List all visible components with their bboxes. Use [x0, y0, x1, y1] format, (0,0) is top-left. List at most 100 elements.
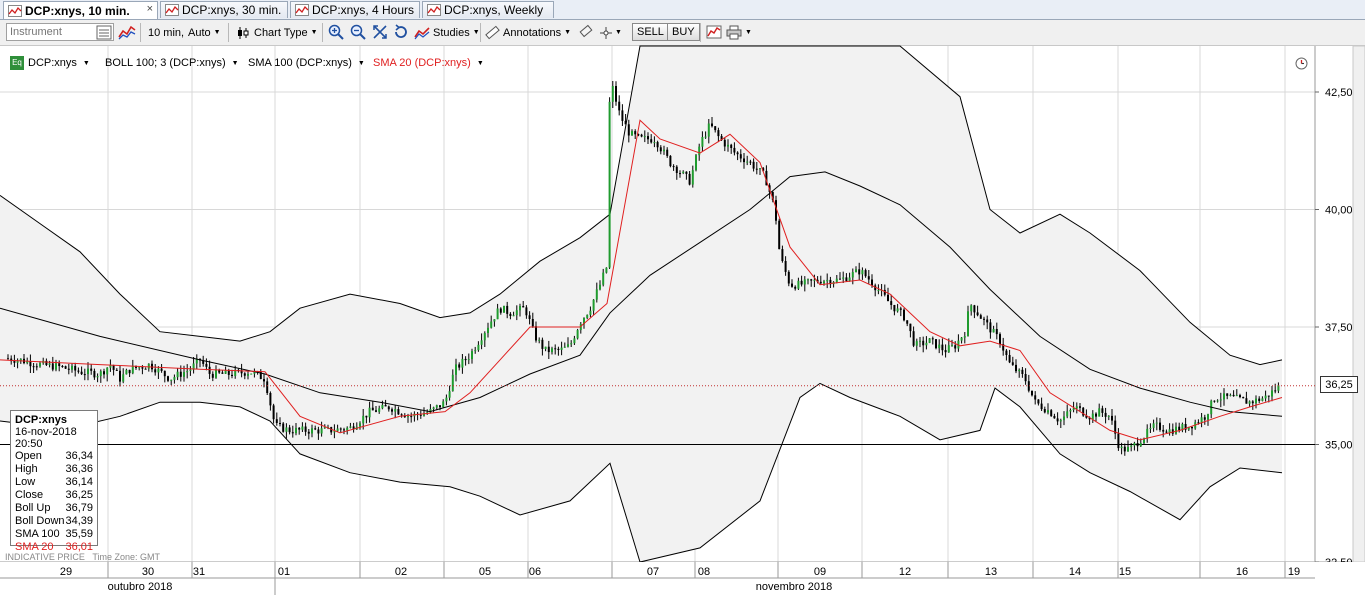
candle-body: [986, 319, 989, 323]
chevron-down-icon: ▼: [357, 59, 365, 67]
candle-body: [1107, 415, 1110, 417]
candle-body: [698, 146, 701, 156]
candle-body: [32, 366, 35, 368]
candle-body: [154, 369, 157, 373]
clock-icon[interactable]: [1295, 57, 1308, 70]
candle-body: [384, 404, 387, 407]
candle-body: [346, 427, 349, 431]
candle-body: [627, 124, 630, 136]
candle-body: [183, 372, 185, 377]
candle-body: [589, 310, 592, 315]
candle-body: [29, 361, 32, 367]
candle-body: [851, 272, 854, 278]
candle-body: [979, 315, 982, 319]
candle-body: [807, 279, 809, 281]
candle-body: [519, 306, 521, 311]
candle-body: [679, 173, 681, 175]
candle-body: [160, 368, 163, 371]
candle-body: [800, 280, 803, 285]
y-tick-label: 42,50: [1325, 87, 1353, 99]
candle-body: [80, 371, 83, 375]
candle-body: [941, 344, 944, 351]
candle-body: [138, 367, 141, 369]
candle-body: [647, 136, 649, 140]
candle-body: [455, 364, 457, 375]
candle-body: [311, 428, 313, 434]
candle-body: [861, 270, 864, 275]
candle-body: [912, 331, 915, 346]
candle-body: [554, 348, 557, 350]
candle-body: [919, 340, 921, 342]
candle-body: [1152, 423, 1155, 428]
candle-body: [205, 363, 208, 367]
candle-body: [35, 366, 38, 368]
candle-body: [615, 86, 617, 102]
candle-body: [877, 290, 880, 292]
candle-body: [1037, 399, 1040, 404]
candle-body: [906, 320, 909, 324]
day-label: 06: [529, 566, 541, 578]
legend-symbol[interactable]: Eq DCP:xnys ▼: [10, 55, 90, 71]
candle-body: [1091, 413, 1094, 420]
candle-body: [67, 368, 70, 370]
candle-body: [1155, 422, 1158, 424]
candle-body: [1245, 398, 1248, 404]
legend-sma100[interactable]: SMA 100 (DCP:xnys) ▼: [248, 55, 365, 71]
day-label: 16: [1236, 566, 1248, 578]
candle-body: [509, 313, 512, 316]
candle-body: [371, 407, 374, 411]
candle-body: [570, 343, 573, 345]
candle-body: [189, 369, 192, 371]
candle-body: [890, 301, 893, 305]
candle-body: [103, 371, 105, 375]
candle-body: [1005, 350, 1008, 355]
candle-body: [855, 269, 857, 272]
candle-body: [672, 166, 675, 168]
candle-body: [435, 405, 438, 408]
legend-boll[interactable]: BOLL 100; 3 (DCP:xnys) ▼: [105, 55, 239, 71]
candle-body: [378, 408, 381, 412]
candle-body: [45, 360, 48, 365]
candle-body: [247, 374, 249, 376]
candle-body: [733, 147, 736, 153]
candle-body: [618, 101, 621, 111]
candle-body: [141, 367, 144, 369]
candle-body: [599, 284, 601, 290]
candle-body: [1040, 403, 1043, 410]
candle-body: [717, 130, 720, 137]
last-price-tag: 36,25: [1320, 376, 1358, 393]
candle-body: [179, 371, 182, 377]
candle-body: [397, 409, 400, 415]
candle-body: [871, 279, 873, 286]
candle-body: [595, 289, 598, 300]
candle-body: [752, 161, 755, 169]
y-axis[interactable]: 42,5040,0037,5035,0032,50: [1315, 45, 1365, 569]
price-chart[interactable]: 42,5040,0037,5035,0032,50 29303101020506…: [0, 0, 1365, 595]
candle-body: [471, 351, 473, 360]
candle-body: [621, 110, 624, 121]
candle-body: [528, 315, 531, 319]
candle-body: [688, 173, 691, 185]
candle-body: [707, 123, 710, 137]
candle-body: [487, 327, 489, 333]
candle-body: [951, 345, 953, 347]
candle-body: [541, 339, 544, 349]
candle-body: [739, 154, 742, 159]
candle-body: [608, 101, 611, 268]
candle-body: [464, 358, 467, 361]
candle-body: [215, 369, 217, 378]
candle-body: [1267, 395, 1270, 397]
candle-body: [512, 315, 515, 317]
candle-body: [999, 334, 1001, 345]
candle-body: [1117, 433, 1120, 449]
vertical-scrollbar: [1352, 45, 1365, 563]
x-axis[interactable]: 29 30 31 01 02 05 06 07 08 09 12 13 14 15 16 19 outubro …: [0, 562, 1365, 595]
candle-body: [291, 432, 294, 434]
candle-body: [1235, 395, 1238, 397]
chevron-down-icon: ▼: [82, 59, 90, 67]
candle-body: [1031, 390, 1033, 396]
candle-body: [1133, 443, 1136, 446]
legend-sma20[interactable]: SMA 20 (DCP:xnys) ▼: [373, 55, 484, 71]
candle-body: [784, 261, 787, 272]
candle-body: [323, 427, 326, 429]
